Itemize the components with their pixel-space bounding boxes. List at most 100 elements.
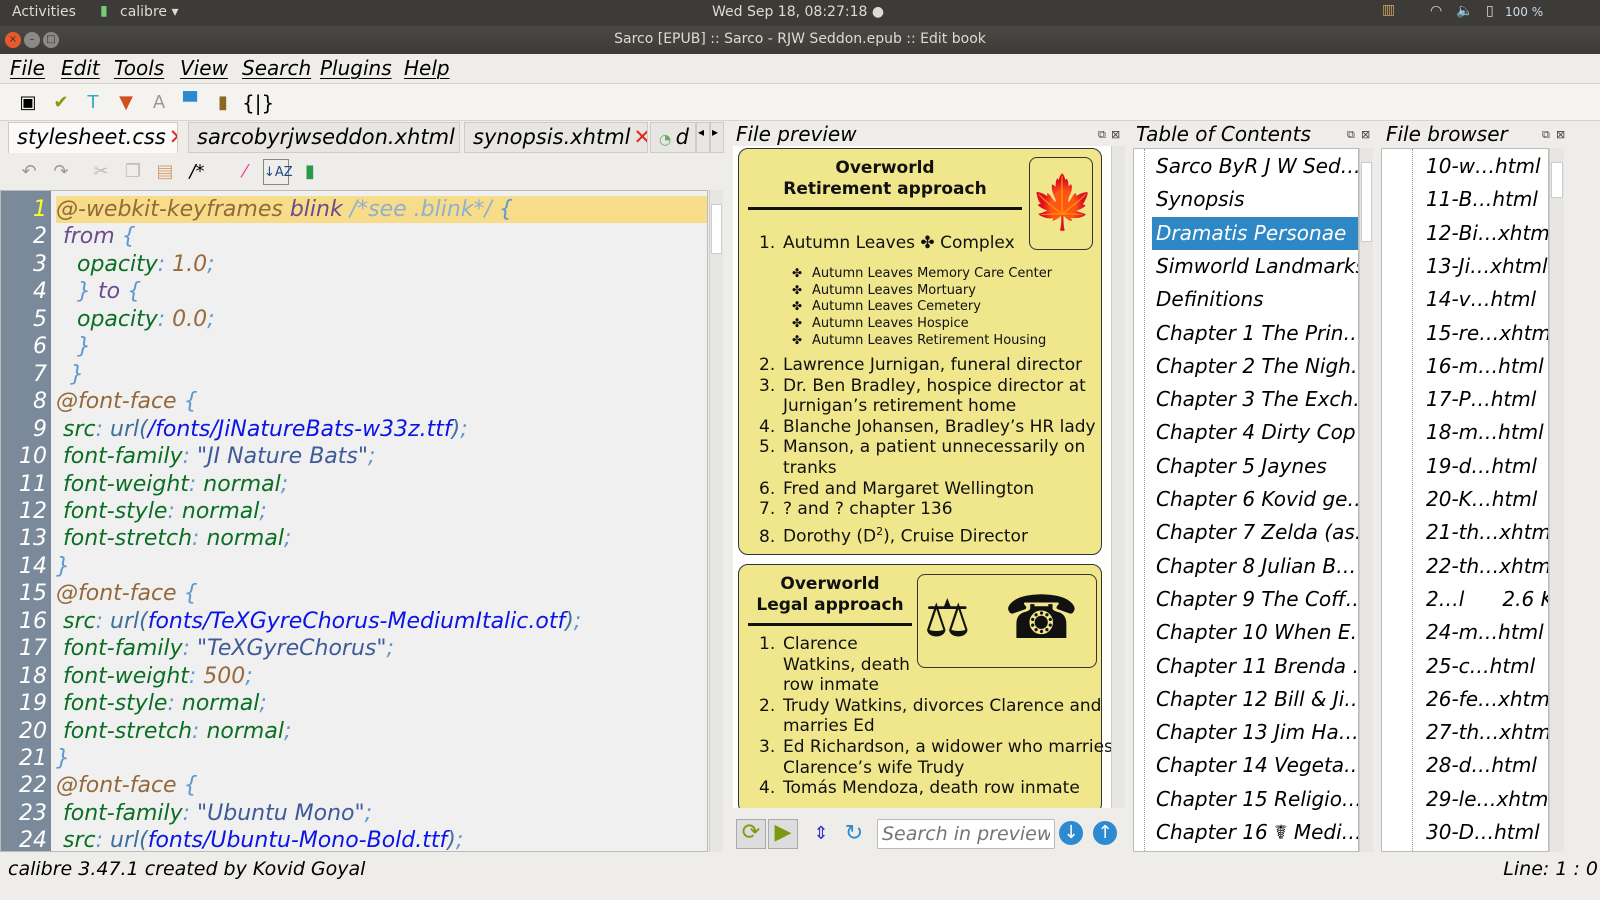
split-file-icon[interactable]: ⇕ — [808, 821, 834, 847]
file-item[interactable]: 14-v…html — [1382, 283, 1548, 316]
close-tab-icon[interactable]: ✕ — [458, 125, 459, 149]
toc-item[interactable]: Chapter 8 Julian B… — [1134, 550, 1358, 583]
toc-item[interactable]: Chapter 6 Kovid ge… — [1134, 483, 1358, 516]
copy-icon[interactable]: ❐ — [120, 159, 146, 185]
reports-icon[interactable]: T — [80, 90, 106, 116]
menu-search[interactable]: Search — [242, 56, 311, 80]
scrollbar-thumb[interactable] — [1551, 162, 1563, 198]
toggle-comment-button[interactable]: /* — [184, 159, 210, 185]
toc-item[interactable]: Dramatis Personae — [1152, 216, 1358, 250]
close-dock-icon[interactable]: ⊠ — [1361, 128, 1370, 141]
code-line[interactable]: font-family: "JI Nature Bats"; — [56, 443, 375, 470]
code-line[interactable]: src: url(fonts/Ubuntu-Mono-Bold.ttf); — [56, 827, 463, 851]
toc-item[interactable]: Synopsis — [1134, 183, 1358, 216]
auto-refresh-icon[interactable]: ⟳ — [736, 819, 766, 849]
code-line[interactable]: @font-face { — [56, 772, 198, 799]
find-previous-icon[interactable]: ↑ — [1093, 821, 1117, 845]
refresh-icon[interactable]: ↻ — [841, 821, 867, 847]
code-line[interactable]: src: url(fonts/TeXGyreChorus-MediumItali… — [56, 608, 581, 635]
scrollbar-thumb[interactable] — [1361, 162, 1372, 242]
toc-item[interactable]: Simworld Landmarks — [1134, 250, 1358, 283]
file-item[interactable]: 20-K…html — [1382, 483, 1548, 516]
toc-item[interactable]: Chapter 9 The Coff… — [1134, 583, 1358, 616]
file-item[interactable]: 27-th…xhtml — [1382, 716, 1548, 749]
code-line[interactable]: font-family: "Ubuntu Mono"; — [56, 800, 372, 827]
code-line[interactable]: } — [56, 553, 70, 580]
search-preview-input[interactable] — [877, 819, 1055, 849]
file-item[interactable]: 11-B…html — [1382, 183, 1548, 216]
toc-item[interactable]: Chapter 3 The Exch… — [1134, 383, 1358, 416]
code-line[interactable]: font-weight: normal; — [56, 471, 288, 498]
tab-overflow[interactable]: ◔ d — [650, 122, 696, 153]
toc-item[interactable]: Chapter 12 Bill & Ji… — [1134, 683, 1358, 716]
menu-view[interactable]: View — [180, 56, 228, 80]
code-line[interactable]: font-weight: 500; — [56, 663, 253, 690]
code-line[interactable]: font-family: "TeXGyreChorus"; — [56, 635, 394, 662]
toc-item[interactable]: Chapter 13 Jim Ha… — [1134, 716, 1358, 749]
code-line[interactable]: src: url(/fonts/JiNatureBats-w33z.ttf); — [56, 416, 468, 443]
code-line[interactable]: from { — [56, 223, 136, 250]
code-braces-icon[interactable]: {|} — [242, 90, 274, 116]
activities-button[interactable]: Activities — [12, 4, 76, 20]
tab-sarcobyrjwseddon[interactable]: sarcobyrjwseddon.xhtml✕ — [188, 122, 460, 153]
code-line[interactable]: } to { — [56, 278, 141, 305]
code-line[interactable]: font-stretch: normal; — [56, 525, 291, 552]
toc-item[interactable]: Chapter 10 When E… — [1134, 616, 1358, 649]
toc-scrollbar[interactable] — [1359, 148, 1373, 852]
toc-tree[interactable]: Sarco ByR J W Sed… Synopsis Dramatis Perso… — [1133, 148, 1359, 852]
file-item[interactable]: 21-th…xhtml — [1382, 516, 1548, 549]
calibre-tray-icon[interactable]: ▥ — [1382, 2, 1395, 18]
sort-css-icon[interactable]: ↓AZ — [263, 159, 293, 185]
menu-tools[interactable]: Tools — [114, 56, 164, 80]
tab-synopsis[interactable]: synopsis.xhtml✕ — [464, 122, 648, 153]
insert-image-icon[interactable]: ▮ — [297, 159, 323, 185]
toc-item[interactable]: Chapter 14 Vegeta… — [1134, 749, 1358, 782]
file-item[interactable]: 17-P…html — [1382, 383, 1548, 416]
tab-stylesheet[interactable]: stylesheet.css✕ — [8, 122, 178, 153]
file-item[interactable]: 29-le…xhtml — [1382, 783, 1548, 816]
code-line[interactable]: opacity: 1.0; — [56, 251, 215, 278]
code-line[interactable]: font-stretch: normal; — [56, 718, 291, 745]
menu-edit[interactable]: Edit — [61, 56, 100, 80]
toc-item[interactable]: Sarco ByR J W Sed… — [1134, 150, 1358, 183]
tab-scroll-right[interactable]: ▸ — [710, 122, 724, 153]
file-item[interactable]: 15-re…xhtml — [1382, 317, 1548, 350]
file-item[interactable]: 13-Ji…xhtml — [1382, 250, 1548, 283]
fonts-icon[interactable]: A — [146, 90, 172, 116]
file-item[interactable]: 22-th…xhtml — [1382, 550, 1548, 583]
menu-plugins[interactable]: Plugins — [320, 56, 392, 80]
file-item[interactable]: 30-D…html — [1382, 816, 1548, 849]
preview-scrollbar[interactable] — [1111, 146, 1125, 808]
code-editor[interactable]: 1 2 3 4 5 6 7 8 9 10 11 12 13 14 15 16 17 18 19 20 21 22 23 24 … — [0, 190, 708, 852]
menu-file[interactable]: File — [10, 56, 45, 80]
reports-chart-icon[interactable]: ▮ — [210, 90, 236, 116]
editor-scrollbar[interactable] — [709, 190, 723, 852]
file-item[interactable]: 19-d…html — [1382, 450, 1548, 483]
battery-icon[interactable]: ▯ — [1486, 3, 1494, 19]
code-line[interactable]: font-style: normal; — [56, 690, 267, 717]
app-menu[interactable]: calibre ▾ — [120, 4, 179, 20]
paste-icon[interactable]: ▤ — [152, 159, 178, 185]
toc-item[interactable]: Chapter 4 Dirty Cop — [1134, 416, 1358, 449]
file-item[interactable]: 12-Bi…xhtml — [1382, 217, 1548, 250]
code-line[interactable]: } — [56, 333, 91, 360]
file-browser-tree[interactable]: 10-w…html 11-B…html 12-Bi…xhtml 13-Ji…xhtml… — [1381, 148, 1549, 852]
file-preview-pane[interactable]: Overworld Retirement approach 🍁 1. Autumn … — [733, 146, 1111, 808]
volume-muted-icon[interactable]: 🔈 — [1456, 3, 1473, 19]
code-line[interactable]: @font-face { — [56, 580, 198, 607]
toc-item[interactable]: Chapter 11 Brenda … — [1134, 650, 1358, 683]
float-dock-icon[interactable]: ⧉ — [1542, 128, 1550, 142]
toc-item[interactable]: Chapter 7 Zelda (as… — [1134, 516, 1358, 549]
code-line[interactable]: opacity: 0.0; — [56, 306, 215, 333]
close-dock-icon[interactable]: ⊠ — [1111, 128, 1120, 141]
menu-help[interactable]: Help — [404, 56, 450, 80]
toc-item[interactable]: Chapter 2 The Nigh… — [1134, 350, 1358, 383]
float-dock-icon[interactable]: ⧉ — [1347, 128, 1355, 142]
insert-tag-icon[interactable]: ⁄ — [232, 159, 258, 185]
file-item[interactable]: 2…l 2.6 KB — [1382, 583, 1548, 616]
file-item[interactable]: 18-m…html — [1382, 416, 1548, 449]
find-next-icon[interactable]: ↓ — [1059, 821, 1083, 845]
redo-icon[interactable]: ↷ — [48, 159, 74, 185]
beautify-icon[interactable]: ▀ — [177, 90, 203, 116]
toc-item[interactable]: Chapter 16 ☤ Medi… — [1134, 816, 1358, 849]
